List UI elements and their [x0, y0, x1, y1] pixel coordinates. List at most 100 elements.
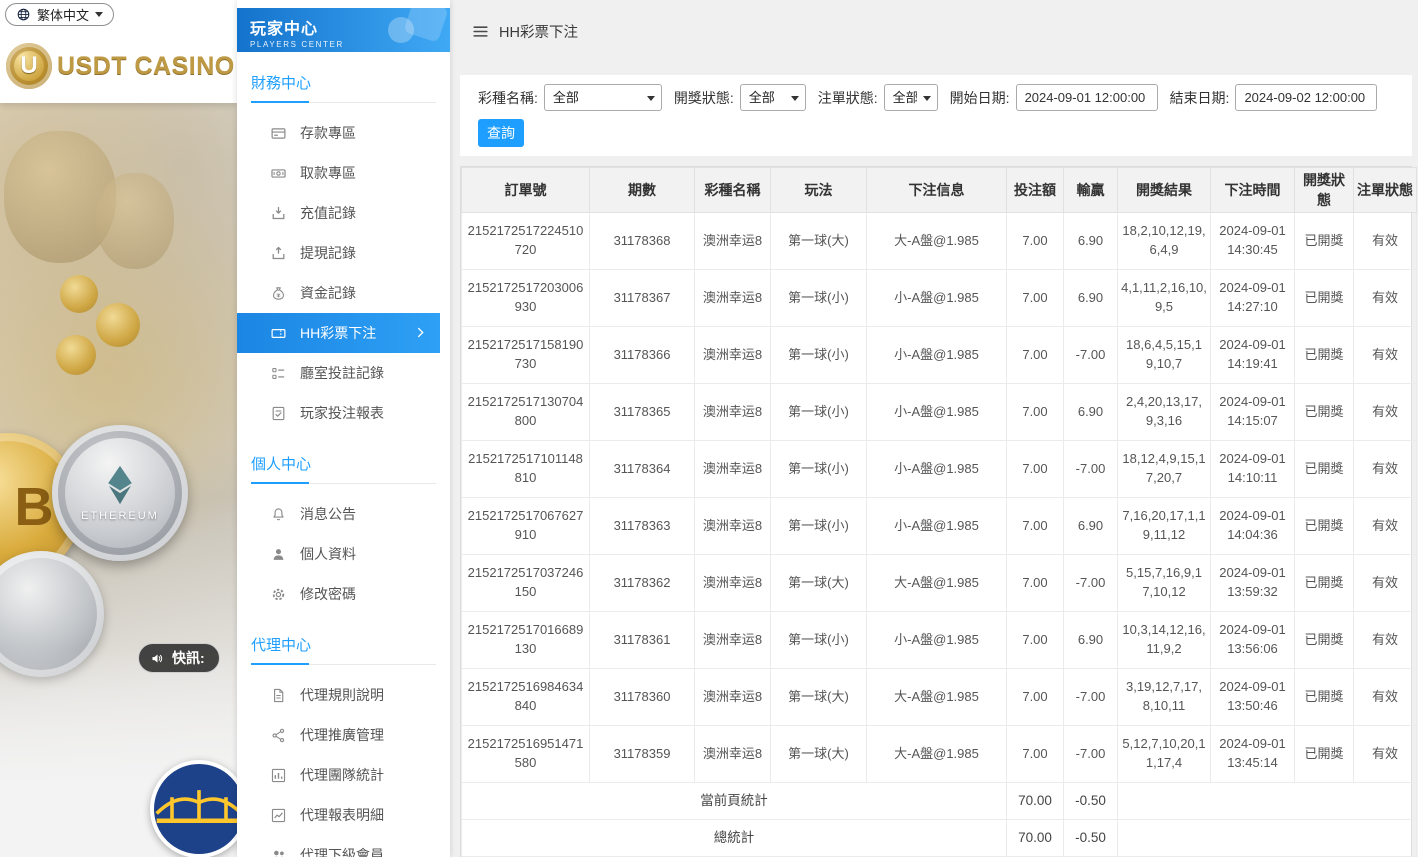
cell-order-no: 2152172517158190730	[461, 326, 590, 384]
cell-win-loss: 6.90	[1063, 611, 1118, 669]
cell-lottery-name: 澳洲幸运8	[694, 269, 771, 327]
sidebar-item-agent-rules[interactable]: 代理規則說明	[237, 675, 450, 715]
sidebar-item-agent-report[interactable]: 代理報表明細	[237, 795, 450, 835]
sidebar-item-player-bet-report[interactable]: 玩家投注報表	[237, 393, 450, 433]
end-date-label: 結束日期:	[1169, 89, 1230, 106]
sidebar-item-agent-promotion[interactable]: 代理推廣管理	[237, 715, 450, 755]
sidebar-item-label: HH彩票下注	[300, 325, 377, 341]
draw-status-select[interactable]: 全部	[739, 84, 806, 111]
deposit-icon	[270, 125, 287, 142]
cell-period: 31178360	[589, 668, 695, 726]
end-date-input[interactable]	[1235, 84, 1378, 111]
gold-coin-decoration	[56, 335, 96, 375]
cell-bet-time: 2024-09-01 14:10:11	[1210, 440, 1295, 498]
cell-bet-amount: 7.00	[1006, 269, 1064, 327]
money-photo-background: B ETHEREUM 快訊:	[0, 103, 237, 857]
sidebar-item-withdraw[interactable]: 取款專區	[237, 153, 450, 193]
password-icon	[270, 586, 287, 603]
cell-draw-result: 2,4,20,13,17,9,3,16	[1117, 383, 1211, 441]
cell-order-status: 有效	[1353, 212, 1417, 270]
cell-order-no: 2152172517067627910	[461, 497, 590, 555]
cell-order-status: 有效	[1353, 611, 1417, 669]
sidebar-item-recharge-record[interactable]: 充值記錄	[237, 193, 450, 233]
sidebar-item-label: 提現記錄	[300, 245, 356, 261]
cell-win-loss: 6.90	[1063, 383, 1118, 441]
withdraw-icon	[270, 165, 287, 182]
column-header-win-loss: 輸贏	[1063, 167, 1118, 213]
hamburger-icon[interactable]	[471, 22, 490, 41]
order-status-select[interactable]: 全部	[883, 84, 938, 111]
lottery-bet-icon	[270, 325, 287, 342]
cell-draw-status: 已開獎	[1294, 497, 1354, 555]
cell-play-type: 第一球(小)	[770, 611, 867, 669]
cell-order-status: 有效	[1353, 668, 1417, 726]
language-selector[interactable]: 繁体中文	[5, 3, 115, 26]
cell-lottery-name: 澳洲幸运8	[694, 554, 771, 612]
ethereum-coin: ETHEREUM	[52, 425, 188, 561]
cell-period: 31178362	[589, 554, 695, 612]
cell-lottery-name: 澳洲幸运8	[694, 326, 771, 384]
sidebar-item-label: 個人資料	[300, 546, 356, 562]
sidebar-item-profile[interactable]: 個人資料	[237, 534, 450, 574]
main-content: HH彩票下注 彩種名稱: 全部 開獎狀態: 全部 注單狀態: 全部 開始日期: …	[450, 0, 1418, 857]
sidebar-item-room-bet-record[interactable]: 廳室投註記錄	[237, 353, 450, 393]
cell-order-status: 有效	[1353, 440, 1417, 498]
cell-bet-time: 2024-09-01 14:30:45	[1210, 212, 1295, 270]
sidebar-header: 玩家中心 PLAYERS CENTER	[237, 8, 450, 52]
sidebar-item-announcements[interactable]: 消息公告	[237, 494, 450, 534]
site-logo[interactable]: U USDT CASINO	[0, 30, 237, 102]
summary-bet-total: 70.00	[1006, 819, 1064, 857]
cell-bet-time: 2024-09-01 13:50:46	[1210, 668, 1295, 726]
table-row: 2152172517158190730 31178366 澳洲幸运8 第一球(小) 小-…	[461, 326, 1417, 384]
bitcoin-letter: B	[14, 477, 54, 537]
summary-win-loss-total: -0.50	[1063, 819, 1118, 857]
summary-label: 當前頁統計	[461, 782, 1007, 820]
sidebar-item-deposit[interactable]: 存款專區	[237, 113, 450, 153]
column-header-bet-info: 下注信息	[866, 167, 1007, 213]
profile-icon	[270, 546, 287, 563]
cell-lottery-name: 澳洲幸运8	[694, 668, 771, 726]
cell-order-status: 有效	[1353, 725, 1417, 783]
start-date-input[interactable]	[1015, 84, 1158, 111]
cell-bet-amount: 7.00	[1006, 554, 1064, 612]
sidebar-item-withdraw-record[interactable]: 提現記錄	[237, 233, 450, 273]
sidebar-item-agent-members[interactable]: 代理下級會員	[237, 835, 450, 857]
sidebar-item-lottery-bet[interactable]: HH彩票下注	[237, 313, 440, 353]
summary-row: 總統計 70.00 -0.50	[461, 819, 1417, 857]
bet-table: 訂單號 期數 彩種名稱 玩法 下注信息 投注額 輸贏 開獎結果 下注時間 開獎狀態 注單狀態 215…	[461, 167, 1417, 857]
agent-report-icon	[270, 807, 287, 824]
cell-lottery-name: 澳洲幸运8	[694, 212, 771, 270]
cell-lottery-name: 澳洲幸运8	[694, 725, 771, 783]
cell-play-type: 第一球(小)	[770, 497, 867, 555]
sidebar-item-funds-record[interactable]: 資金記錄	[237, 273, 450, 313]
caret-down-icon	[95, 12, 104, 21]
dice-decoration	[366, 10, 444, 50]
app: B ETHEREUM 快訊: 繁体中文 U USDT CASINO 玩家中心 P…	[0, 0, 1418, 857]
order-status-label: 注單狀態:	[817, 89, 878, 106]
news-ticker[interactable]: 快訊:	[138, 643, 220, 673]
cell-draw-result: 18,2,10,12,19,6,4,9	[1117, 212, 1211, 270]
sidebar-item-agent-team-stats[interactable]: 代理團隊統計	[237, 755, 450, 795]
lottery-name-select[interactable]: 全部	[543, 84, 662, 111]
table-row: 2152172517016689130 31178361 澳洲幸运8 第一球(小) 小-…	[461, 611, 1417, 669]
cell-order-status: 有效	[1353, 326, 1417, 384]
column-header-lottery-name: 彩種名稱	[694, 167, 771, 213]
usdt-coin-icon: U	[6, 43, 52, 89]
cell-bet-amount: 7.00	[1006, 668, 1064, 726]
search-button[interactable]: 查詢	[478, 119, 524, 147]
cell-win-loss: -7.00	[1063, 440, 1118, 498]
cell-bet-info: 小-A盤@1.985	[866, 383, 1007, 441]
chevron-right-icon	[413, 325, 428, 340]
cell-order-status: 有效	[1353, 554, 1417, 612]
sidebar-item-label: 代理規則說明	[300, 687, 384, 703]
cell-period: 31178368	[589, 212, 695, 270]
sidebar-item-change-password[interactable]: 修改密碼	[237, 574, 450, 614]
cell-win-loss: -7.00	[1063, 668, 1118, 726]
cell-order-no: 2152172516951471580	[461, 725, 590, 783]
sidebar-item-label: 取款專區	[300, 165, 356, 181]
funds-record-icon	[270, 285, 287, 302]
cell-bet-amount: 7.00	[1006, 383, 1064, 441]
cell-draw-status: 已開獎	[1294, 326, 1354, 384]
topbar: HH彩票下注	[450, 0, 1418, 62]
cell-bet-info: 大-A盤@1.985	[866, 554, 1007, 612]
